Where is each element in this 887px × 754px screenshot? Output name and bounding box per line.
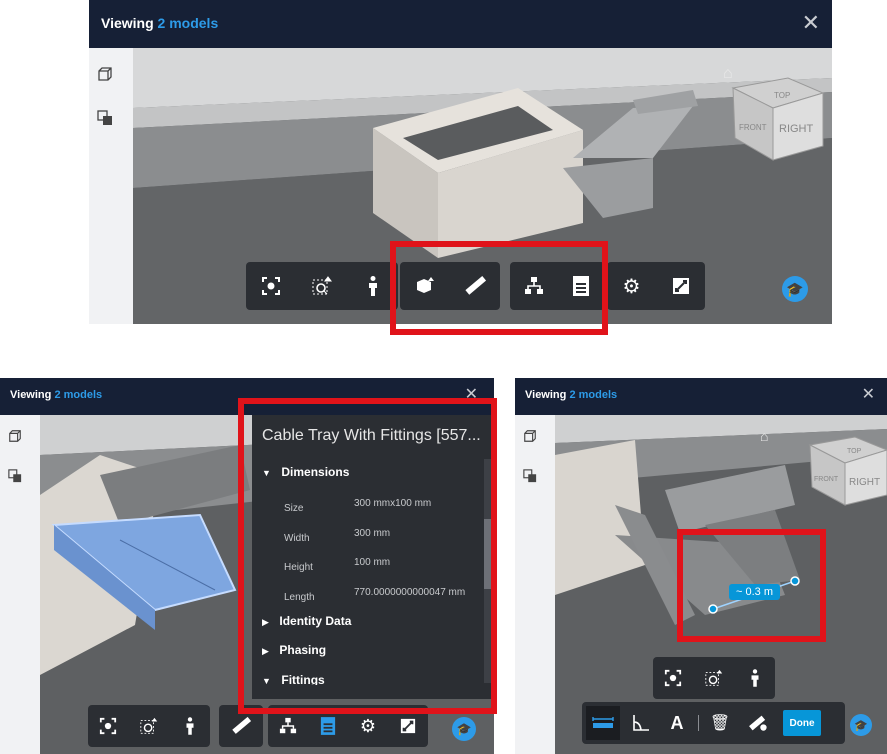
- viewcube-right-label: RIGHT: [849, 477, 880, 488]
- cube-icon[interactable]: [523, 429, 537, 443]
- first-person-icon: [368, 276, 377, 296]
- zoom-window-icon: [705, 669, 723, 686]
- fullscreen-icon: [672, 278, 689, 294]
- navigation-toolbar: [246, 262, 398, 310]
- zoom-window-button[interactable]: [134, 711, 164, 741]
- viewcube-top-label: TOP: [774, 91, 790, 100]
- settings-button[interactable]: ⚙: [353, 711, 383, 741]
- settings-toolbar: ⚙: [607, 262, 705, 310]
- cube-icon[interactable]: [97, 66, 113, 82]
- viewcube-front-label: FRONT: [814, 476, 839, 483]
- viewer-header: Viewing 2 models ✕: [89, 0, 832, 48]
- viewing-label: Viewing: [10, 389, 52, 401]
- zoom-window-icon: [140, 717, 158, 734]
- models-count-link[interactable]: 2 models: [569, 389, 617, 401]
- highlight-box-toolbar: [390, 241, 608, 335]
- help-button[interactable]: 🎓: [452, 717, 476, 741]
- annotation-tool-button[interactable]: A: [662, 708, 692, 738]
- distance-icon: [592, 717, 614, 728]
- viewcube-front-label: FRONT: [739, 123, 767, 132]
- viewer-header: Viewing 2 models ✕: [515, 378, 887, 415]
- first-person-icon: [186, 717, 194, 735]
- toolbar-divider: [698, 715, 699, 731]
- model-browser-button[interactable]: [273, 711, 303, 741]
- close-icon[interactable]: ✕: [802, 0, 820, 46]
- measure-settings-icon: [749, 715, 767, 731]
- measure-settings-button[interactable]: [743, 708, 773, 738]
- navigation-toolbar: [653, 657, 775, 699]
- fit-view-button[interactable]: [256, 271, 286, 301]
- help-icon: 🎓: [854, 719, 868, 732]
- angle-tool-button[interactable]: [626, 708, 656, 738]
- help-icon: 🎓: [456, 722, 472, 736]
- delete-measure-button[interactable]: 🗑: [705, 708, 735, 738]
- viewcube-top-label: TOP: [847, 448, 862, 455]
- help-button[interactable]: 🎓: [782, 276, 808, 302]
- layers-icon[interactable]: [97, 110, 113, 126]
- fit-view-icon: [100, 717, 117, 735]
- fit-view-icon: [262, 277, 281, 295]
- help-button[interactable]: 🎓: [850, 714, 872, 736]
- help-icon: 🎓: [786, 280, 804, 297]
- fullscreen-button[interactable]: [666, 271, 696, 301]
- home-icon[interactable]: ⌂: [760, 428, 768, 444]
- zoom-window-icon: [312, 276, 332, 295]
- viewer-sidebar: [89, 48, 133, 324]
- settings-button[interactable]: ⚙: [617, 271, 647, 301]
- distance-tool-button[interactable]: [586, 706, 620, 740]
- first-person-button[interactable]: [175, 711, 205, 741]
- first-person-icon: [751, 669, 759, 687]
- cube-icon[interactable]: [8, 429, 22, 443]
- fit-view-button[interactable]: [658, 663, 688, 693]
- models-count-link[interactable]: 2 models: [158, 15, 219, 31]
- measure-button[interactable]: [226, 711, 256, 741]
- properties-button[interactable]: [313, 711, 343, 741]
- viewing-label: Viewing: [525, 389, 567, 401]
- trash-icon: 🗑: [709, 715, 731, 732]
- layers-icon[interactable]: [8, 469, 22, 483]
- first-person-button[interactable]: [358, 271, 388, 301]
- close-icon[interactable]: ✕: [862, 378, 875, 412]
- viewing-label: Viewing: [101, 15, 154, 31]
- fit-view-button[interactable]: [93, 711, 123, 741]
- home-icon[interactable]: ⌂: [723, 65, 733, 82]
- navigation-toolbar: [88, 705, 210, 747]
- angle-icon: [633, 715, 649, 731]
- measure-icon: [232, 716, 251, 734]
- viewer-sidebar: [515, 415, 555, 754]
- model-browser-icon: [279, 717, 297, 734]
- settings-icon: ⚙: [622, 275, 641, 298]
- properties-icon: [320, 717, 336, 735]
- zoom-window-button[interactable]: [699, 663, 729, 693]
- done-button[interactable]: Done: [783, 710, 821, 736]
- viewcube-right-label: RIGHT: [779, 123, 814, 135]
- settings-icon: ⚙: [359, 715, 377, 736]
- first-person-button[interactable]: [740, 663, 770, 693]
- highlight-box-measurement: [677, 529, 826, 642]
- models-count-link[interactable]: 2 models: [54, 389, 102, 401]
- measure-tools-toolbar: A 🗑 Done: [582, 702, 845, 744]
- viewer-sidebar: [0, 415, 40, 754]
- zoom-window-button[interactable]: [307, 271, 337, 301]
- annotation-icon: A: [670, 712, 684, 733]
- fit-view-icon: [665, 669, 682, 687]
- fullscreen-button[interactable]: [393, 711, 423, 741]
- fullscreen-icon: [400, 718, 416, 734]
- layers-icon[interactable]: [523, 469, 537, 483]
- highlight-box-properties: [238, 398, 497, 714]
